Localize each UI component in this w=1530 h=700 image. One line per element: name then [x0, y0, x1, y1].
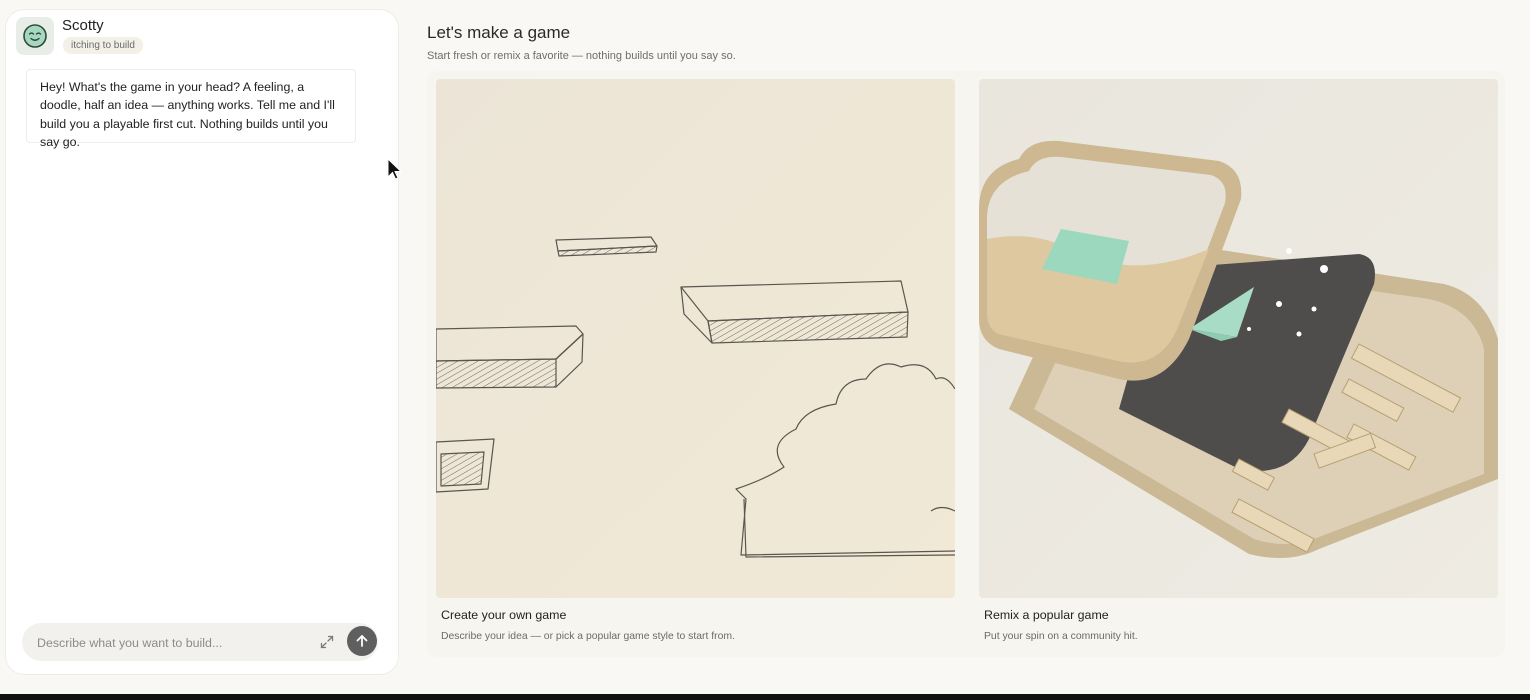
status-badge: itching to build — [63, 37, 143, 54]
arrow-up-icon — [356, 635, 368, 647]
sketch-platforms-image — [436, 79, 955, 598]
create-game-card[interactable]: Create your own game Describe your idea … — [436, 79, 955, 649]
page-title: Let's make a game — [427, 23, 571, 42]
assistant-message: Hey! What's the game in your head? A fee… — [26, 69, 356, 149]
card-title: Remix a popular game — [984, 608, 1109, 622]
chat-composer — [22, 623, 378, 661]
page-subtitle: Start fresh or remix a favorite — nothin… — [427, 50, 736, 62]
agent-name: Scotty — [62, 17, 104, 34]
send-button[interactable] — [347, 626, 377, 656]
card-title: Create your own game — [441, 608, 567, 622]
bottom-edge-bar — [0, 694, 1530, 700]
card-description: Describe your idea — or pick a popular g… — [441, 631, 735, 642]
mouse-cursor-icon — [387, 158, 402, 180]
wooden-board-image — [979, 79, 1498, 598]
smiling-face-icon — [16, 17, 54, 55]
remix-game-card[interactable]: Remix a popular game Put your spin on a … — [979, 79, 1498, 649]
game-option-cards: Create your own game Describe your idea … — [427, 71, 1505, 657]
card-description: Put your spin on a community hit. — [984, 631, 1138, 642]
chat-panel: Scotty itching to build Hey! What's the … — [6, 10, 398, 674]
build-prompt-input[interactable] — [35, 632, 309, 654]
expand-icon[interactable] — [320, 635, 334, 649]
